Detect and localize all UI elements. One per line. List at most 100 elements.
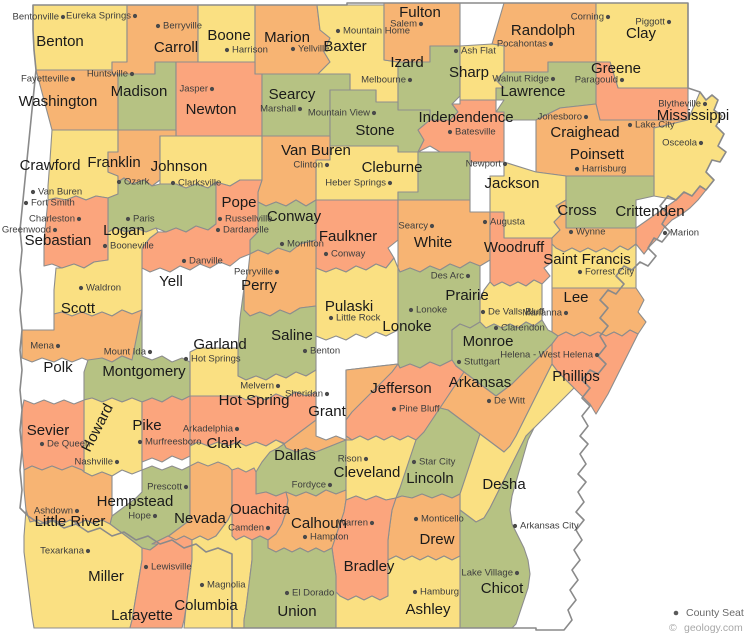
county-seat-dot-icon <box>102 243 108 249</box>
county-seat-batesville: Batesville <box>447 127 496 138</box>
county-seat-label: Danville <box>189 256 223 267</box>
county-label-randolph: Randolph <box>511 22 575 39</box>
county-seat-star-city: Star City <box>411 457 456 468</box>
county-seat-label: Salem <box>390 19 417 30</box>
county-seat-heber-springs: Heber Springs <box>325 178 393 189</box>
county-seat-label: Bentonville <box>13 12 59 23</box>
geology-credit: geology.com <box>684 622 743 634</box>
county-seat-dot-icon <box>55 343 61 349</box>
county-seat-label: Star City <box>419 457 456 468</box>
county-seat-dot-icon <box>224 47 230 53</box>
county-label-perry: Perry <box>241 277 277 294</box>
county-seat-label: Wynne <box>576 227 605 238</box>
county-seat-label: Mena <box>30 341 54 352</box>
county-seat-dot-icon <box>577 269 583 275</box>
county-seat-label: Mountain View <box>308 108 370 119</box>
county-seat-label: Augusta <box>490 217 526 228</box>
county-label-izard: Izard <box>390 54 423 71</box>
county-seat-label: Waldron <box>86 283 121 294</box>
county-label-saline: Saline <box>271 327 313 344</box>
county-label-chicot: Chicot <box>481 580 524 597</box>
county-seat-label: Helena - West Helena <box>500 350 593 361</box>
county-seat-dot-icon <box>279 241 285 247</box>
county-seat-label: Charleston <box>29 214 75 225</box>
county-seat-dot-icon <box>514 570 520 576</box>
county-seat-melbourne: Melbourne <box>361 75 413 86</box>
county-seat-label: Monticello <box>421 514 464 525</box>
county-seat-label: Berryville <box>163 21 202 32</box>
county-drew[interactable] <box>387 493 461 561</box>
county-seat-bentonville: Bentonville <box>13 12 66 23</box>
county-seat-dot-icon <box>408 307 414 313</box>
map-svg[interactable]: Benton CarrollBoone MarionBaxterFultonRand… <box>0 0 750 636</box>
county-seat-dot-icon <box>183 356 189 362</box>
county-label-yell: Yell <box>159 273 183 290</box>
county-seat-label: Harrisburg <box>582 164 626 175</box>
county-seat-dot-icon <box>234 426 240 432</box>
county-label-stone: Stone <box>355 122 394 139</box>
county-seat-hamburg: Hamburg <box>412 587 459 598</box>
county-seat-label: Marion <box>670 228 699 239</box>
county-seat-huntsville: Huntsville <box>87 69 135 80</box>
county-label-cleveland: Cleveland <box>334 464 401 481</box>
county-seat-ashdown: Ashdown <box>34 506 80 517</box>
county-seat-label: Blytheville <box>658 99 701 110</box>
county-seat-dot-icon <box>627 122 633 128</box>
county-seat-dot-icon <box>453 48 459 54</box>
county-newton[interactable] <box>175 61 263 137</box>
county-label-cleburne: Cleburne <box>362 159 423 176</box>
county-seat-label: Paragould <box>575 75 618 86</box>
county-label-hot-spring: Hot Spring <box>219 392 290 409</box>
county-seat-osceola: Osceola <box>662 138 704 149</box>
county-seat-dot-icon <box>486 398 492 404</box>
county-seat-label: Hampton <box>310 532 349 543</box>
county-seat-eureka-springs: Eureka Springs <box>66 11 138 22</box>
county-seat-mountain-view: Mountain View <box>308 108 377 119</box>
county-seat-harrisburg: Harrisburg <box>574 164 626 175</box>
county-prairie[interactable] <box>479 279 543 329</box>
county-seat-dot-icon <box>265 525 271 531</box>
county-seat-paragould: Paragould <box>575 75 625 86</box>
county-seat-dot-icon <box>74 508 80 514</box>
county-seat-label: Searcy <box>398 221 428 232</box>
county-seat-dot-icon <box>605 14 611 20</box>
county-label-faulkner: Faulkner <box>319 228 377 245</box>
county-seat-dot-icon <box>60 14 66 20</box>
county-seat-label: Booneville <box>110 241 154 252</box>
county-seat-dot-icon <box>274 269 280 275</box>
county-seat-dot-icon <box>662 230 668 236</box>
county-seat-label: Morrilton <box>287 239 324 250</box>
county-seat-dot-icon <box>568 229 574 235</box>
county-label-poinsett: Poinsett <box>570 146 625 163</box>
county-label-johnson: Johnson <box>151 158 208 175</box>
county-seat-label: El Dorado <box>292 588 334 599</box>
county-seat-dot-icon <box>548 41 554 47</box>
county-label-ouachita: Ouachita <box>230 501 291 518</box>
county-seat-label: Walnut Ridge <box>492 74 549 85</box>
county-seat-dot-icon <box>327 482 333 488</box>
county-seat-dot-icon <box>137 439 143 445</box>
county-seat-dot-icon <box>70 76 76 82</box>
county-label-monroe: Monroe <box>463 333 514 350</box>
county-seat-waldron: Waldron <box>78 283 121 294</box>
county-seat-conway: Conway <box>323 249 366 260</box>
county-seat-dot-icon <box>114 459 120 465</box>
county-label-white: White <box>414 234 452 251</box>
county-seat-label: Van Buren <box>38 187 82 198</box>
county-seat-dot-icon <box>147 349 153 355</box>
county-seat-label: Little Rock <box>336 313 381 324</box>
county-seat-hot-springs: Hot Springs <box>183 354 241 365</box>
county-label-lincoln: Lincoln <box>406 470 454 487</box>
county-seat-dot-icon <box>323 251 329 257</box>
county-seat-dot-icon <box>387 180 393 186</box>
county-seat-booneville: Booneville <box>102 241 154 252</box>
county-label-clay: Clay <box>626 25 657 42</box>
county-label-baxter: Baxter <box>323 38 366 55</box>
county-seat-label: Yellville <box>298 44 329 55</box>
county-seat-dot-icon <box>324 391 330 397</box>
county-seat-label: Heber Springs <box>325 178 386 189</box>
county-seat-dot-icon <box>199 582 205 588</box>
county-label-benton: Benton <box>36 33 84 50</box>
county-label-montgomery: Montgomery <box>102 363 186 380</box>
county-seat-murfreesboro: Murfreesboro <box>137 437 202 448</box>
